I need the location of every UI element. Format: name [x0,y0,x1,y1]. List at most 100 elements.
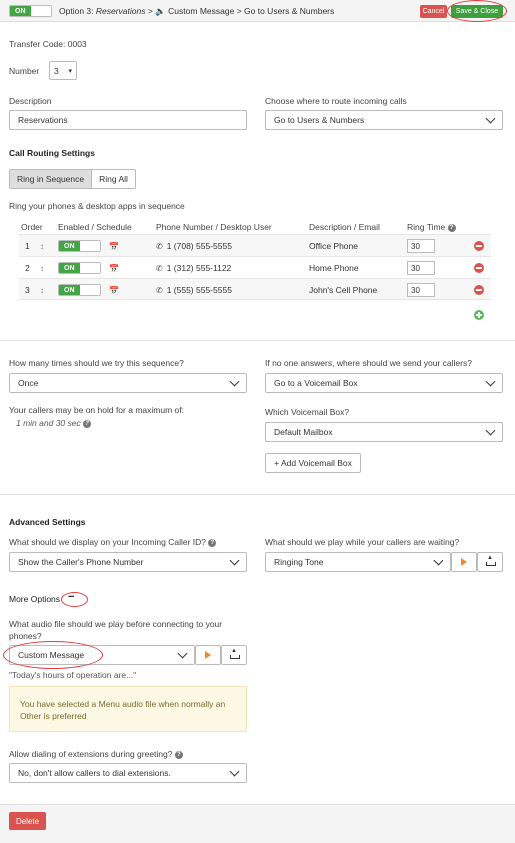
breadcrumb-destination: Go to Users & Numbers [244,6,335,16]
toggle-knob [79,263,100,273]
help-icon[interactable]: ? [83,419,92,428]
phone-icon: ✆ [156,263,163,273]
row-enabled-toggle[interactable]: ON [58,262,101,274]
upload-icon [230,648,240,659]
remove-row-icon[interactable] [474,263,484,273]
waiting-label: What should we play while your callers a… [265,537,460,547]
advanced-settings-title: Advanced Settings [9,517,86,527]
row-phone: 1 (312) 555-1122 [166,263,232,273]
calendar-icon[interactable]: 📅 [109,279,119,301]
ring-all-button[interactable]: Ring All [92,170,135,188]
row-description: John's Cell Phone [309,285,378,295]
upload-button[interactable] [477,552,503,572]
audio-value: Custom Message [18,650,85,660]
chevron-down-icon [229,766,240,776]
toggle-knob [30,6,51,16]
calendar-icon[interactable]: 📅 [109,257,119,279]
help-icon[interactable]: ? [447,223,456,232]
tries-select[interactable]: Once [9,373,247,393]
cancel-button[interactable]: Cancel [420,5,447,18]
remove-row-icon[interactable] [474,285,484,295]
table-row: 2 ↕ ON 📅 ✆ 1 (312) 555-1122 Home Phone 30 [19,256,491,278]
chevron-down-icon [433,555,444,565]
column-order: Order [21,222,43,232]
collapse-icon[interactable]: − [68,591,74,603]
breadcrumb: Option 3: Reservations > 🔈 Custom Messag… [59,6,334,17]
column-ring-time-label: Ring Time [407,222,446,232]
voicemail-value: Default Mailbox [274,427,333,437]
hold-value: 1 min and 30 sec ? [16,418,92,428]
ring-in-sequence-button[interactable]: Ring in Sequence [10,170,93,188]
ring-subtitle: Ring your phones & desktop apps in seque… [9,201,185,211]
ring-time-input[interactable]: 30 [407,239,435,253]
play-button[interactable] [451,552,477,572]
waiting-value: Ringing Tone [274,557,324,567]
drag-handle-icon[interactable]: ↕ [40,235,44,257]
tries-value: Once [18,378,39,388]
dialing-select[interactable]: No, don't allow callers to dial extensio… [9,763,247,783]
callerid-label: What should we display on your Incoming … [9,537,217,547]
callerid-select[interactable]: Show the Caller's Phone Number [9,552,247,572]
audio-quote: "Today's hours of operation are..." [9,670,137,680]
chevron-down-icon [485,425,496,435]
remove-row-icon[interactable] [474,241,484,251]
upload-button[interactable] [221,645,247,665]
number-label: Number [9,66,40,76]
breadcrumb-custom-message: Custom Message [168,6,235,16]
route-value: Go to Users & Numbers [274,115,365,125]
column-ring-time: Ring Time ? [407,222,456,232]
toggle-on-label: ON [59,241,80,251]
play-button[interactable] [195,645,221,665]
more-options-title: More Options [9,594,61,604]
breadcrumb-separator: > [147,6,153,16]
row-phone: 1 (708) 555-5555 [166,241,232,251]
phone-icon: ✆ [156,241,163,251]
number-value: 3 [54,65,59,76]
ring-mode-toggle: Ring in Sequence Ring All [9,169,136,189]
callerid-label-text: What should we display on your Incoming … [9,537,207,547]
help-icon[interactable]: ? [174,750,183,759]
waiting-select[interactable]: Ringing Tone [265,552,451,572]
top-bar: ON Option 3: Reservations > 🔈 Custom Mes… [0,0,515,22]
description-label: Description [9,96,52,106]
delete-button[interactable]: Delete [9,812,46,830]
row-order: 1 [25,241,30,251]
drag-handle-icon[interactable]: ↕ [40,257,44,279]
option-enabled-toggle[interactable]: ON [9,5,52,17]
play-icon [205,651,211,659]
route-select[interactable]: Go to Users & Numbers [265,110,503,130]
voicemail-select[interactable]: Default Mailbox [265,422,503,442]
description-value: Reservations [18,115,68,125]
ring-time-input[interactable]: 30 [407,261,435,275]
warning-text: You have selected a Menu audio file when… [20,699,226,721]
chevron-down-icon [485,376,496,386]
drag-handle-icon[interactable]: ↕ [40,279,44,301]
toggle-knob [79,285,100,295]
phone-icon: ✆ [156,285,163,295]
footer: Delete [0,804,515,843]
chevron-down-icon [177,648,188,658]
callerid-value: Show the Caller's Phone Number [18,557,144,567]
save-close-button[interactable]: Save & Close [451,5,503,18]
add-row-icon[interactable] [474,310,484,320]
ring-time-input[interactable]: 30 [407,283,435,297]
row-phone: 1 (555) 555-5555 [166,285,232,295]
chevron-down-icon [485,113,496,123]
row-enabled-toggle[interactable]: ON [58,284,101,296]
call-routing-title: Call Routing Settings [9,148,95,158]
audio-select[interactable]: Custom Message [9,645,195,665]
help-icon[interactable]: ? [208,538,217,547]
row-description: Home Phone [309,263,359,273]
column-description: Description / Email [309,222,380,232]
calendar-icon[interactable]: 📅 [109,235,119,257]
add-voicemail-button[interactable]: + Add Voicemail Box [265,453,361,473]
play-icon [461,558,467,566]
number-select[interactable]: 3 ▾ [49,61,77,80]
row-enabled-toggle[interactable]: ON [58,240,101,252]
transfer-code: Transfer Code: 0003 [9,39,87,49]
description-input[interactable]: Reservations [9,110,247,130]
table-row: 3 ↕ ON 📅 ✆ 1 (555) 555-5555 John's Cell P… [19,278,491,300]
breadcrumb-separator: > [236,6,242,16]
audio-label: What audio file should we play before co… [9,619,223,641]
noanswer-select[interactable]: Go to a Voicemail Box [265,373,503,393]
